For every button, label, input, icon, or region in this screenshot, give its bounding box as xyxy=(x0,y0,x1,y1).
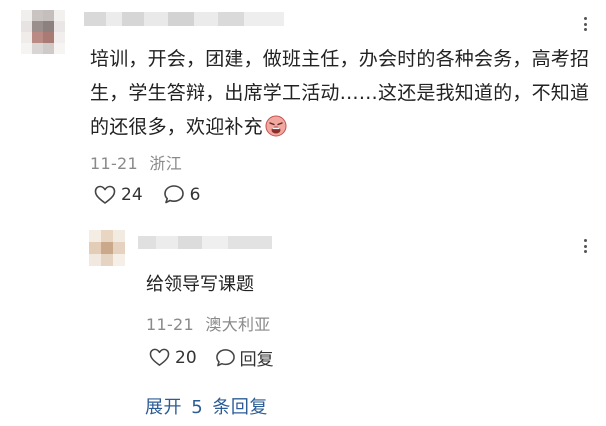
comment-actions: 24 6 xyxy=(94,184,200,205)
reply-more-options-icon[interactable] xyxy=(575,236,595,256)
avatar[interactable] xyxy=(21,10,65,54)
reply-button[interactable]: 6 xyxy=(163,184,201,205)
username-blurred[interactable] xyxy=(84,12,284,26)
comment-text: 培训，开会，团建，做班主任，办会时的各种会务，高考招生，学生答辩，出席学工活动…… xyxy=(90,42,600,144)
weary-face-icon xyxy=(265,114,287,137)
reply-reply-label: 回复 xyxy=(239,350,274,370)
expand-suffix: 条回复 xyxy=(212,397,268,418)
expand-count: 5 xyxy=(191,397,204,418)
reply-reply-button[interactable]: 回复 xyxy=(215,345,274,370)
reply-text: 给领导写课题 xyxy=(146,274,254,295)
like-button[interactable]: 24 xyxy=(94,185,143,205)
reply-location: 澳大利亚 xyxy=(205,315,271,334)
more-options-icon[interactable] xyxy=(575,14,595,34)
reply-meta: 11-21 澳大利亚 xyxy=(146,311,271,335)
comment-location: 浙江 xyxy=(149,154,182,173)
comment-meta: 11-21 浙江 xyxy=(90,150,182,174)
heart-icon xyxy=(149,348,170,367)
reply-username-blurred[interactable] xyxy=(138,236,272,249)
reply-date: 11-21 xyxy=(146,315,194,334)
heart-icon xyxy=(94,185,116,205)
reply-like-count: 20 xyxy=(175,347,197,368)
speech-bubble-icon xyxy=(163,184,185,205)
reply-count: 6 xyxy=(189,184,201,205)
comment-body: 培训，开会，团建，做班主任，办会时的各种会务，高考招生，学生答辩，出席学工活动…… xyxy=(90,48,590,138)
reply-avatar[interactable] xyxy=(89,230,125,266)
comment-date: 11-21 xyxy=(90,154,138,173)
reply-like-button[interactable]: 20 xyxy=(149,348,197,368)
expand-replies-link[interactable]: 展开 5 条回复 xyxy=(145,393,268,419)
like-count: 24 xyxy=(121,184,143,205)
expand-prefix: 展开 xyxy=(145,397,182,418)
reply-actions: 20 回复 xyxy=(149,345,274,370)
speech-bubble-icon xyxy=(215,348,236,368)
